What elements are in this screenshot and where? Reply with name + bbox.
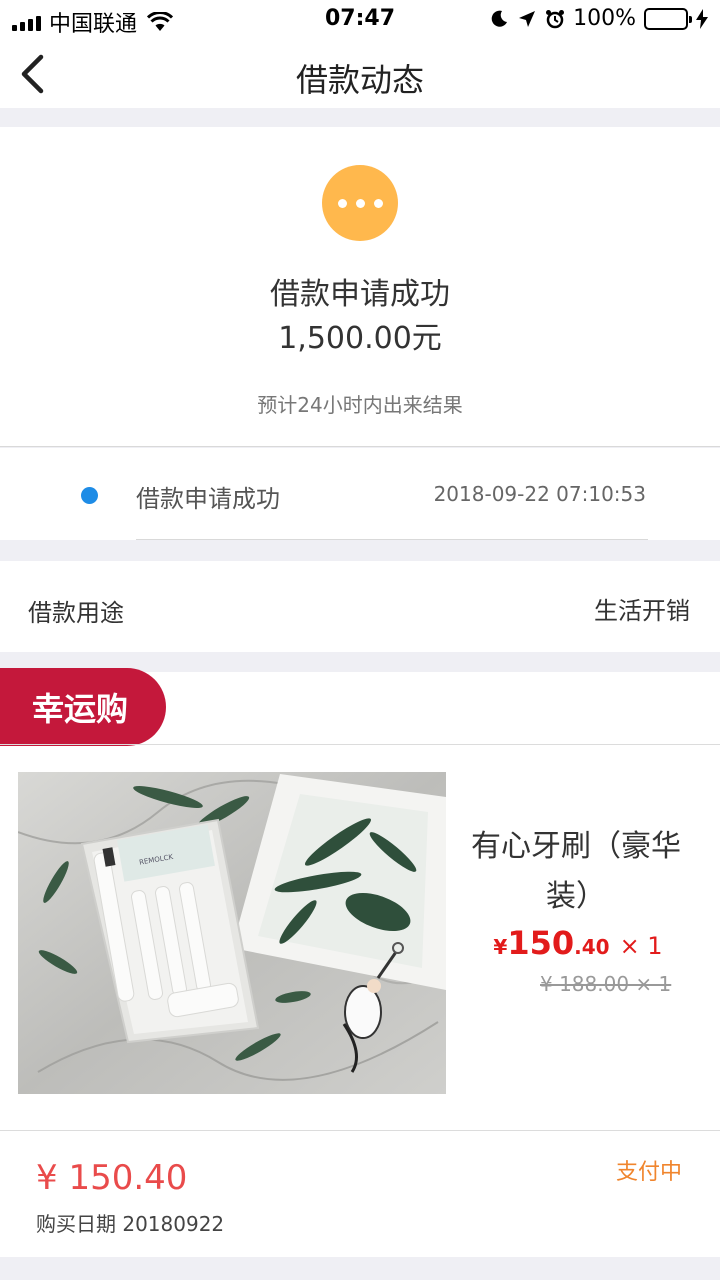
status-right-group: 100% (489, 6, 708, 31)
battery-percent: 100% (573, 6, 636, 31)
loan-purpose-row: 借款用途 生活开销 (0, 561, 720, 652)
timeline-timestamp: 2018-09-22 07:10:53 (433, 482, 646, 506)
price-integer: 150 (507, 924, 575, 962)
moon-icon (491, 10, 508, 27)
status-title: 借款申请成功 (270, 277, 450, 312)
result-eta-hint: 预计24小时内出来结果 (257, 393, 463, 417)
lucky-purchase-order[interactable]: 幸运购 REMOLCK 有心牙刷（豪华装） ¥150.40 × 1 ¥ 188.… (0, 668, 720, 1257)
alarm-icon (546, 9, 565, 28)
current-price: ¥150.40 × 1 (456, 924, 700, 962)
timeline-divider (136, 539, 648, 540)
loan-amount: 1,500.00元 (278, 321, 442, 356)
original-price: ¥ 188.00 × 1 (540, 972, 672, 996)
timeline-dot-icon (81, 487, 98, 504)
price-decimal: .40 (574, 935, 610, 959)
loan-status-summary: 借款申请成功 1,500.00元 预计24小时内出来结果 (0, 127, 720, 447)
status-bar: 中国联通 07:47 100% (0, 0, 720, 40)
quantity: × 1 (619, 932, 663, 960)
payment-status-badge: 支付中 (615, 1160, 682, 1185)
timeline-event: 借款申请成功 (136, 485, 280, 513)
product-name[interactable]: 有心牙刷（豪华装） (456, 822, 696, 922)
order-total: ¥ 150.40 (36, 1158, 188, 1198)
navigation-bar: 借款动态 (0, 40, 720, 108)
location-icon (519, 10, 536, 27)
pending-status-icon (322, 165, 398, 241)
currency-symbol: ¥ (493, 935, 508, 959)
page-title: 借款动态 (295, 61, 424, 99)
loan-purpose-label: 借款用途 (28, 599, 124, 627)
status-timeline: 借款申请成功 2018-09-22 07:10:53 (0, 448, 720, 540)
divider (0, 744, 720, 745)
lucky-purchase-tag: 幸运购 (0, 668, 166, 746)
purchase-date: 购买日期 20180922 (36, 1212, 225, 1236)
product-image[interactable]: REMOLCK (18, 772, 446, 1094)
battery-icon (644, 7, 692, 30)
divider (0, 1130, 720, 1131)
charging-icon (696, 8, 708, 29)
loan-purpose-value: 生活开销 (594, 597, 690, 625)
